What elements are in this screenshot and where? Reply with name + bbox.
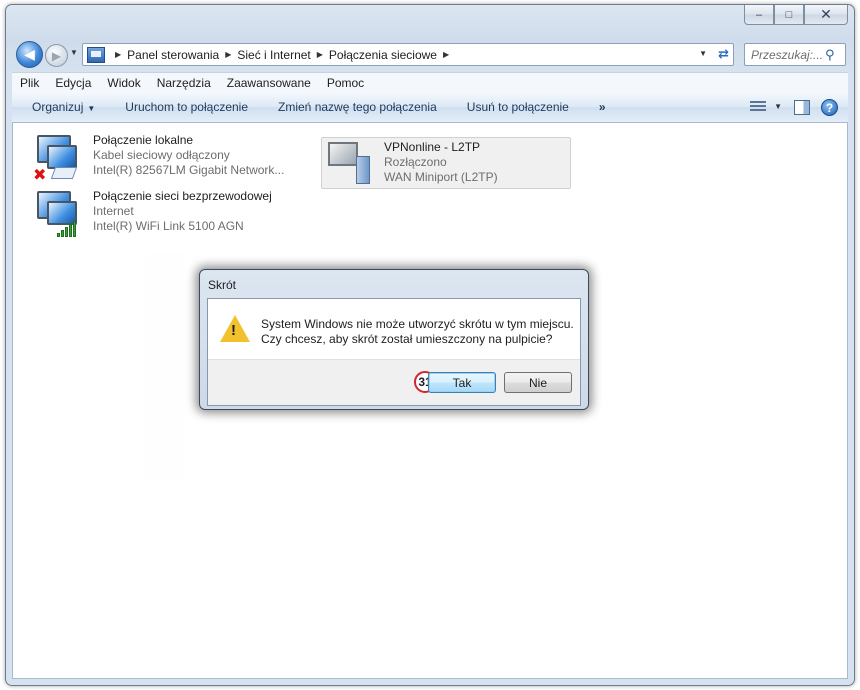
breadcrumb-separator-icon[interactable]: ▶ bbox=[225, 50, 231, 59]
dialog-message-line-2: Czy chcesz, aby skrót został umieszczony… bbox=[261, 332, 553, 346]
menu-bar: Plik Edycja Widok Narzędzia Zaawansowane… bbox=[12, 72, 848, 92]
yes-button[interactable]: Tak bbox=[428, 372, 496, 393]
dialog-footer: 31 Tak Nie bbox=[208, 359, 580, 405]
connection-device: WAN Miniport (L2TP) bbox=[384, 170, 498, 184]
menu-file[interactable]: Plik bbox=[20, 76, 39, 90]
connection-name: Połączenie sieci bezprzewodowej bbox=[93, 189, 272, 203]
search-input[interactable]: Przeszukaj:... ⚲ bbox=[744, 43, 846, 66]
maximize-button[interactable]: □ bbox=[774, 5, 804, 25]
connection-name: Połączenie lokalne bbox=[93, 133, 194, 147]
connection-device: Intel(R) 82567LM Gigabit Network... bbox=[93, 163, 285, 177]
breadcrumb-control-panel[interactable]: Panel sterowania bbox=[127, 48, 219, 62]
dialog-message-line-1: System Windows nie może utworzyć skrótu … bbox=[261, 317, 574, 331]
network-adapter-icon bbox=[33, 189, 85, 239]
breadcrumb-network-connections[interactable]: Połączenia sieciowe bbox=[329, 48, 437, 62]
menu-edit[interactable]: Edycja bbox=[55, 76, 91, 90]
disconnected-x-icon: ✖ bbox=[33, 167, 47, 184]
organize-button[interactable]: Organizuj ▼ bbox=[32, 100, 95, 114]
view-dropdown-icon[interactable]: ▼ bbox=[774, 102, 782, 111]
menu-tools[interactable]: Narzędzia bbox=[157, 76, 211, 90]
wifi-signal-icon bbox=[57, 221, 76, 237]
connection-local[interactable]: ✖ Połączenie lokalne Kabel sieciowy odłą… bbox=[33, 133, 285, 184]
help-icon[interactable]: ? bbox=[821, 99, 838, 116]
breadcrumb-separator-icon[interactable]: ▶ bbox=[443, 50, 449, 59]
chevron-down-icon: ▼ bbox=[87, 104, 96, 113]
connection-device: Intel(R) WiFi Link 5100 AGN bbox=[93, 219, 244, 233]
organize-label: Organizuj bbox=[32, 100, 84, 114]
connection-status: Rozłączono bbox=[384, 155, 447, 169]
blank-strip bbox=[145, 253, 185, 481]
recent-pages-chevron-icon[interactable]: ▼ bbox=[70, 48, 78, 57]
back-arrow-icon[interactable]: ◀ bbox=[16, 41, 43, 68]
vpn-connection-icon bbox=[326, 140, 376, 186]
address-bar[interactable]: ▶ Panel sterowania ▶ Sieć i Internet ▶ P… bbox=[82, 43, 734, 66]
more-commands-button[interactable]: » bbox=[599, 100, 606, 114]
dialog-message: System Windows nie może utworzyć skrótu … bbox=[261, 317, 574, 347]
breadcrumb-separator-icon[interactable]: ▶ bbox=[115, 50, 121, 59]
connection-status: Kabel sieciowy odłączony bbox=[93, 148, 230, 162]
caption-buttons: – □ ✕ bbox=[744, 5, 848, 25]
network-cable-icon bbox=[50, 167, 78, 179]
start-connection-button[interactable]: Uruchom to połączenie bbox=[125, 100, 248, 114]
connection-vpn[interactable]: VPNonline - L2TP Rozłączono WAN Miniport… bbox=[321, 137, 571, 189]
navigation-row: ◀ ▶ ▼ ▶ Panel sterowania ▶ Sieć i Intern… bbox=[16, 41, 846, 69]
dialog-body: ! System Windows nie może utworzyć skrót… bbox=[207, 298, 581, 406]
menu-advanced[interactable]: Zaawansowane bbox=[227, 76, 311, 90]
minimize-button[interactable]: – bbox=[744, 5, 774, 25]
no-button[interactable]: Nie bbox=[504, 372, 572, 393]
forward-arrow-icon[interactable]: ▶ bbox=[45, 44, 68, 67]
connection-name: VPNonline - L2TP bbox=[384, 140, 481, 154]
connection-wireless[interactable]: Połączenie sieci bezprzewodowej Internet… bbox=[33, 189, 272, 239]
preview-pane-icon[interactable] bbox=[794, 100, 810, 115]
search-placeholder: Przeszukaj:... bbox=[751, 47, 824, 62]
address-dropdown-icon[interactable]: ▼ bbox=[699, 49, 707, 58]
warning-icon-mark: ! bbox=[231, 322, 236, 339]
search-icon[interactable]: ⚲ bbox=[825, 47, 845, 63]
dialog-message-area: ! System Windows nie może utworzyć skrót… bbox=[208, 299, 580, 359]
shortcut-dialog: Skrót ! System Windows nie może utworzyć… bbox=[199, 269, 589, 410]
control-panel-icon bbox=[87, 46, 105, 63]
menu-help[interactable]: Pomoc bbox=[327, 76, 364, 90]
breadcrumb-separator-icon[interactable]: ▶ bbox=[317, 50, 323, 59]
network-adapter-icon: ✖ bbox=[33, 133, 85, 184]
connection-status: Internet bbox=[93, 204, 134, 218]
breadcrumb-network-internet[interactable]: Sieć i Internet bbox=[237, 48, 310, 62]
command-bar: Organizuj ▼ Uruchom to połączenie Zmień n… bbox=[12, 92, 848, 123]
delete-connection-button[interactable]: Usuń to połączenie bbox=[467, 100, 569, 114]
change-view-icon[interactable] bbox=[750, 101, 766, 114]
menu-view[interactable]: Widok bbox=[107, 76, 140, 90]
refresh-icon[interactable]: ⇄ bbox=[718, 46, 729, 62]
rename-connection-button[interactable]: Zmień nazwę tego połączenia bbox=[278, 100, 437, 114]
close-button[interactable]: ✕ bbox=[804, 5, 848, 25]
dialog-title: Skrót bbox=[208, 278, 237, 292]
